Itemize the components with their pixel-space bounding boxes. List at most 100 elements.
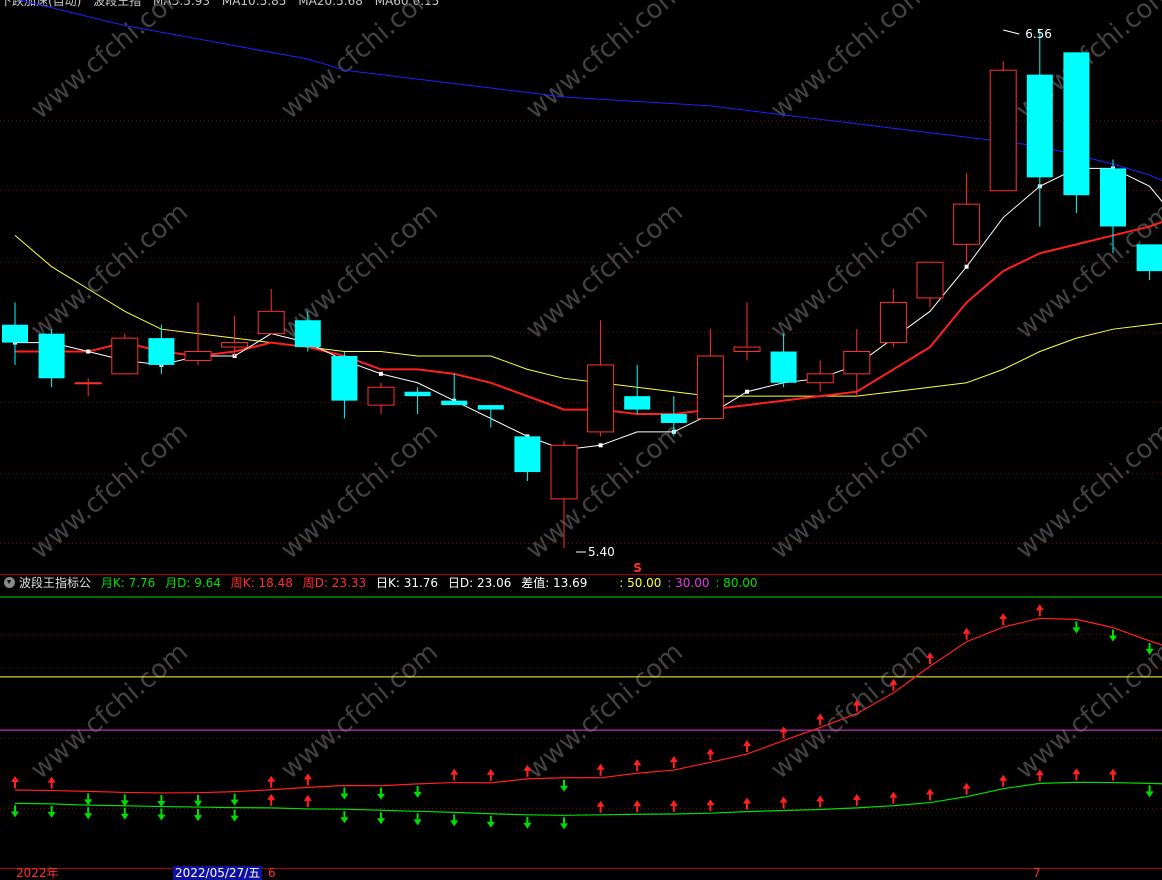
level-80: : 80.00 [715, 576, 758, 590]
monthly-arrow-head [1072, 768, 1081, 775]
watermark-text: www.cfchi.com [765, 637, 934, 785]
monthly-arrow-head [84, 813, 93, 820]
weekly-arrow-head [743, 740, 751, 747]
monthly-arrow-head [1145, 791, 1154, 798]
watermark-text: www.cfchi.com [1010, 637, 1162, 785]
watermark-text: www.cfchi.com [765, 197, 934, 345]
watermark-text: www.cfchi.com [25, 637, 194, 785]
monthly-arrow-head [1109, 768, 1117, 775]
watermark-text: www.cfchi.com [25, 0, 194, 125]
weekly-arrow-head [706, 748, 715, 755]
indicator-name: 波段王指标公 [19, 576, 92, 590]
watermark-text: www.cfchi.com [25, 197, 194, 345]
candle-body [1100, 168, 1126, 227]
stock-chart[interactable]: www.cfchi.com www.cfchi.com www.cfchi.com w… [0, 0, 1162, 880]
candle-body [477, 405, 504, 410]
candle-body [367, 386, 395, 406]
indicator-legend: 波段王指标公 月K: 7.76 月D: 9.64 周K: 18.48 周D: 2… [0, 574, 1162, 592]
watermark-text: www.cfchi.com [520, 637, 689, 785]
weekly-arrow-head [340, 793, 349, 800]
ma5-point [86, 349, 91, 354]
monthly-arrow-head [486, 821, 495, 828]
monthly-d-value: 月D: 9.64 [165, 576, 221, 590]
monthly-arrow-head [413, 819, 422, 826]
low-price-label: 5.40 [588, 545, 615, 559]
weekly-arrow-head [779, 726, 788, 733]
weekly-arrow-head [450, 768, 459, 775]
monthly-arrow-head [999, 774, 1008, 781]
watermark-text: www.cfchi.com [765, 0, 934, 125]
chevron-down-icon[interactable] [4, 577, 15, 588]
date-label-june: 6 [268, 866, 276, 880]
weekly-arrow-head [1035, 604, 1044, 611]
monthly-arrow-head [11, 811, 19, 818]
monthly-arrow-head [743, 797, 751, 804]
monthly-arrow-head [962, 782, 971, 789]
diff-value: 差值: 13.69 [521, 576, 588, 590]
watermark-text: www.cfchi.com [520, 0, 689, 125]
candle-body [660, 414, 687, 423]
candle-body [953, 203, 981, 245]
candle-body [806, 373, 834, 384]
candle-body [1136, 244, 1162, 272]
monthly-arrow-head [47, 811, 56, 818]
watermark-text: www.cfchi.com [1010, 197, 1162, 345]
high-pointer [1003, 29, 1020, 35]
monthly-arrow-head [926, 788, 934, 795]
monthly-arrow-head [633, 800, 642, 807]
weekly-arrow-head [84, 799, 93, 806]
candle-body [1026, 74, 1053, 178]
monthly-arrow-head [303, 794, 312, 801]
weekly-arrow-head [560, 785, 568, 792]
candle-body [916, 261, 944, 299]
weekly-arrow-head [669, 756, 678, 763]
ma5-point [598, 443, 603, 448]
candle-body [550, 444, 578, 500]
watermark-text: www.cfchi.com [275, 0, 444, 125]
candle-body [514, 436, 541, 473]
candle-body [989, 69, 1017, 192]
watermark-text: www.cfchi.com [275, 637, 444, 785]
monthly-arrow-head [596, 800, 605, 807]
monthly-arrow-head [340, 817, 349, 824]
candle-body [331, 355, 358, 401]
monthly-arrow-head [816, 795, 825, 802]
candle-body [2, 324, 28, 343]
candle-body [294, 320, 321, 348]
daily-d-value: 日D: 23.06 [447, 576, 512, 590]
weekly-arrow-head [267, 775, 276, 782]
candle-body [441, 400, 468, 406]
candle-body [221, 342, 249, 348]
weekly-arrow-head [230, 799, 239, 806]
candle-body [184, 351, 212, 361]
date-label-year: 2022年 [16, 866, 59, 880]
weekly-arrow-head [486, 768, 495, 775]
monthly-arrow-head [523, 822, 532, 829]
candle-body [38, 333, 65, 379]
level-50: : 50.00 [619, 576, 662, 590]
weekly-arrow-head [413, 791, 422, 798]
candle-body [257, 310, 285, 335]
candle-body [843, 351, 871, 375]
ma5-point [745, 389, 749, 394]
date-label-cursor: 2022/05/27/五 [173, 866, 263, 880]
signal-marker: S [633, 561, 642, 575]
watermark-text: www.cfchi.com [520, 197, 689, 345]
candle-body [770, 351, 797, 383]
monthly-arrow-head [157, 814, 166, 821]
monthly-arrow-head [377, 818, 385, 825]
weekly-arrow-head [962, 627, 971, 634]
candle-body [733, 346, 761, 353]
candle-body [587, 364, 615, 433]
monthly-k-value: 月K: 7.76 [100, 576, 156, 590]
candle-body [148, 338, 175, 365]
weekly-d-value: 周D: 23.33 [302, 576, 367, 590]
weekly-arrow-head [999, 613, 1008, 620]
monthly-arrow-head [889, 791, 898, 798]
monthly-line [14, 781, 1162, 816]
monthly-arrow-head [669, 799, 678, 806]
candle-body [404, 391, 431, 397]
monthly-arrow-head [779, 796, 788, 803]
weekly-arrow-head [11, 776, 19, 783]
weekly-k-value: 周K: 18.48 [230, 576, 293, 590]
